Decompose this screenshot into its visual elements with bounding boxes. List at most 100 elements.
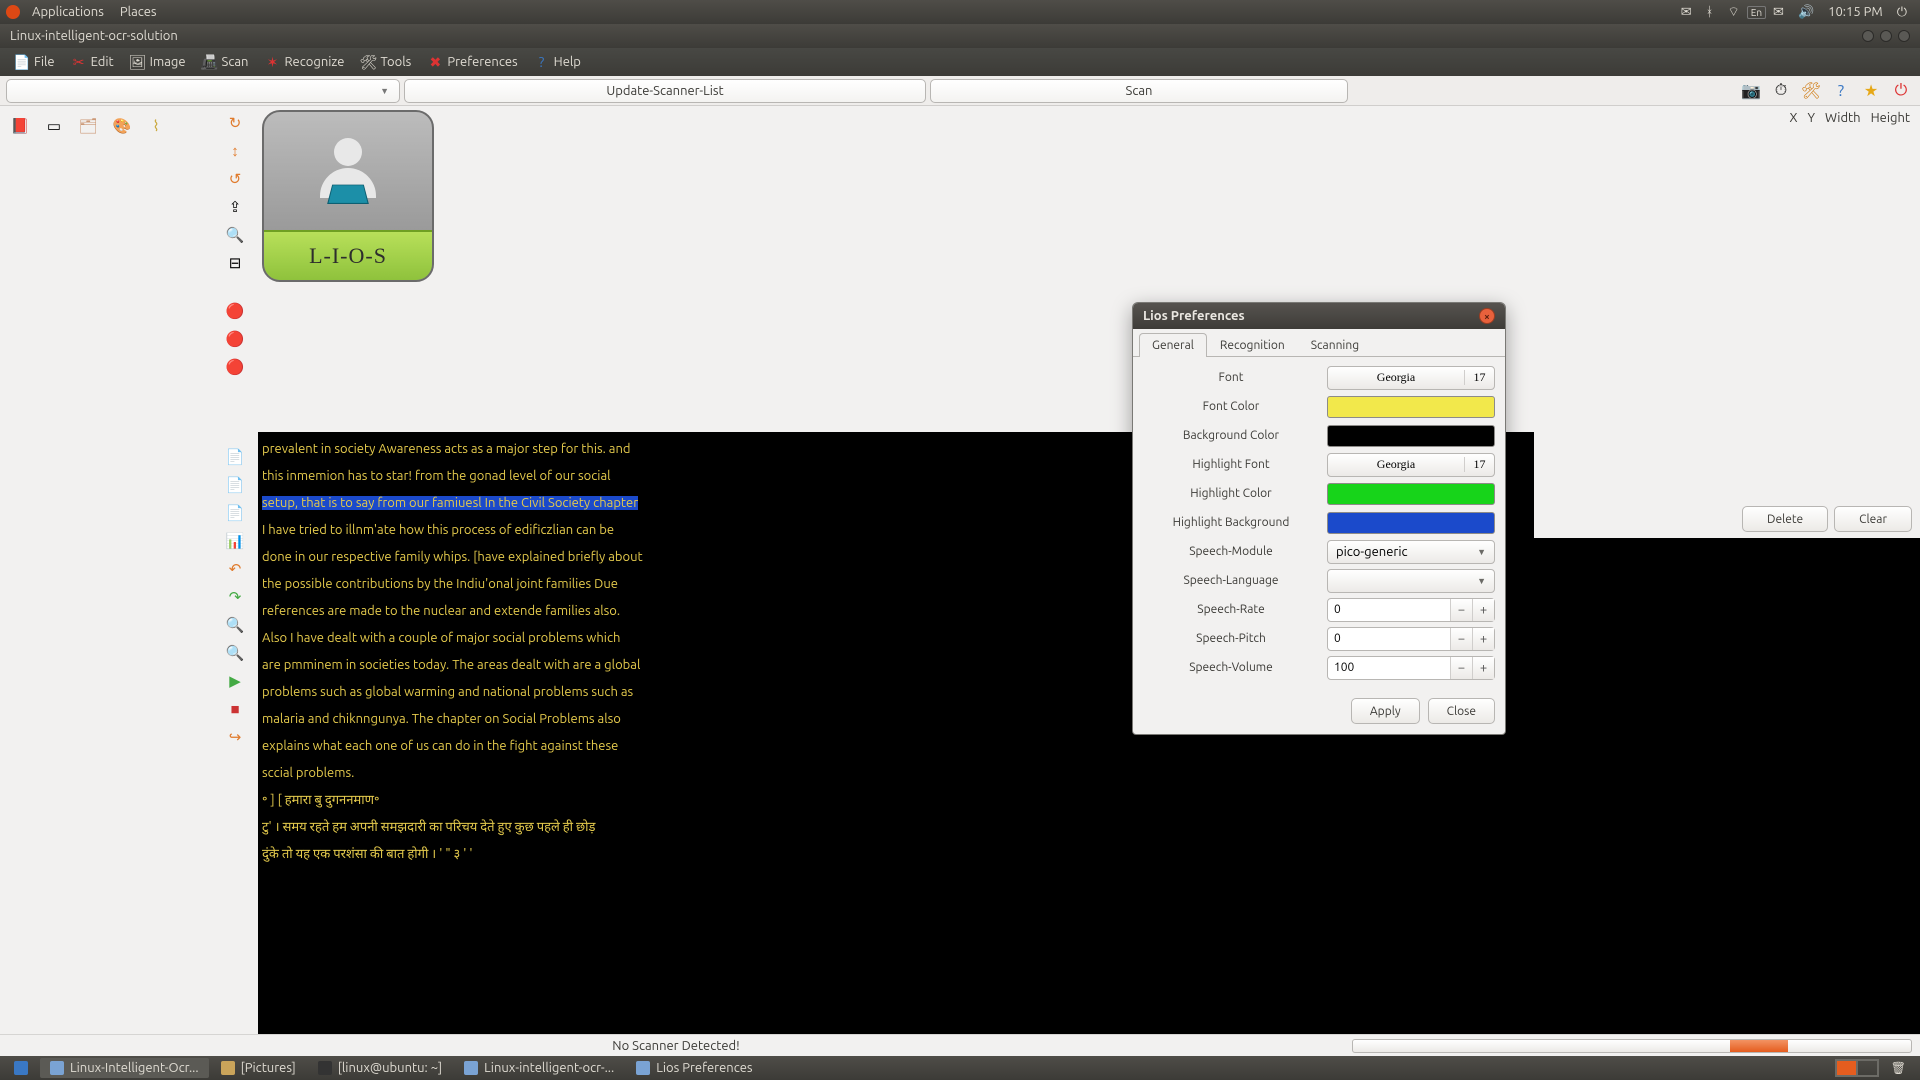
taskbar-item[interactable]: Linux-intelligent-ocr-...	[454, 1058, 624, 1078]
star-icon[interactable]: ★	[1858, 78, 1884, 104]
dialog-close-button[interactable]: ×	[1479, 308, 1495, 324]
bg-color-swatch[interactable]	[1327, 425, 1495, 447]
find-icon[interactable]: 🔍	[221, 612, 249, 638]
speech-language-combo[interactable]: ▼	[1327, 569, 1495, 593]
page-next-icon[interactable]: 📄	[221, 444, 249, 470]
minus-button[interactable]: −	[1450, 628, 1472, 650]
power-icon[interactable]: ⏻	[1888, 78, 1914, 104]
clock[interactable]: 10:15 PM	[1821, 5, 1890, 19]
record-1-icon[interactable]: 🔴	[221, 298, 249, 324]
plus-button[interactable]: +	[1472, 657, 1494, 679]
keyboard-layout-indicator[interactable]: En	[1747, 6, 1766, 19]
applications-menu[interactable]: Applications	[24, 5, 112, 19]
help-toolbar-icon[interactable]: ?	[1828, 78, 1854, 104]
app-icon	[50, 1061, 64, 1075]
workspace-2[interactable]	[1857, 1060, 1878, 1076]
camera-icon[interactable]: 📷	[1738, 78, 1764, 104]
next-track-icon[interactable]: ↪	[221, 724, 249, 750]
workspace-switcher[interactable]	[1835, 1059, 1879, 1077]
settings-tools-icon[interactable]: 🛠	[1798, 78, 1824, 104]
volume-icon[interactable]: 🔊	[1791, 5, 1821, 20]
highlight-color-swatch[interactable]	[1327, 483, 1495, 505]
stop-icon[interactable]: ■	[221, 696, 249, 722]
tab-general[interactable]: General	[1139, 333, 1207, 357]
power-menu-icon[interactable]: ⏻	[1890, 5, 1914, 20]
highlight-font-picker[interactable]: Georgia17	[1327, 453, 1495, 477]
speech-volume-spinner[interactable]: 100−+	[1327, 656, 1495, 680]
rotate-right-icon[interactable]: ↻	[221, 110, 249, 136]
gnome-top-panel: Applications Places ✉ ᚼ ⌔ En ✉ 🔊 10:15 P…	[0, 0, 1920, 24]
find-replace-icon[interactable]: 🔍	[221, 640, 249, 666]
wifi-icon[interactable]: ⌔	[1720, 4, 1746, 20]
rotate-left-icon[interactable]: ↺	[221, 166, 249, 192]
color-wheel-icon[interactable]: 🎨	[108, 113, 136, 139]
dialog-titlebar[interactable]: Lios Preferences ×	[1133, 303, 1505, 329]
label-highlight-color: Highlight Color	[1143, 487, 1319, 500]
close-button[interactable]: Close	[1428, 698, 1495, 724]
taskbar-item[interactable]: Lios Preferences	[626, 1058, 762, 1078]
tab-recognition[interactable]: Recognition	[1207, 333, 1298, 357]
menu-recognize[interactable]: ✶Recognize	[256, 54, 352, 70]
plus-button[interactable]: +	[1472, 628, 1494, 650]
flip-vertical-icon[interactable]: ↕	[221, 138, 249, 164]
show-desktop-button[interactable]	[4, 1058, 38, 1078]
export-icon[interactable]: ⇪	[221, 194, 249, 220]
timer-icon[interactable]: ⏱	[1768, 78, 1794, 104]
collapse-icon[interactable]: ⊟	[221, 250, 249, 276]
label-bg-color: Background Color	[1143, 429, 1319, 442]
scanner-select-combo[interactable]: ▼	[6, 79, 400, 103]
label-speech-volume: Speech-Volume	[1143, 661, 1319, 674]
places-menu[interactable]: Places	[112, 5, 165, 19]
menu-tools[interactable]: 🛠Tools	[352, 54, 419, 70]
speech-pitch-spinner[interactable]: 0−+	[1327, 627, 1495, 651]
menu-file[interactable]: 📄File	[6, 54, 63, 70]
speech-module-combo[interactable]: pico-generic▼	[1327, 540, 1495, 564]
page-prev-icon[interactable]: 📄	[221, 472, 249, 498]
clear-button[interactable]: Clear	[1834, 506, 1912, 532]
taskbar-item[interactable]: [Pictures]	[211, 1058, 306, 1078]
bluetooth-icon[interactable]: ᚼ	[1699, 5, 1721, 19]
scan-button[interactable]: Scan	[930, 79, 1348, 103]
zoom-in-icon[interactable]: 🔍	[221, 222, 249, 248]
redo-icon[interactable]: ↷	[221, 584, 249, 610]
folder-image-icon[interactable]: 🗂	[74, 113, 102, 139]
tab-scanning[interactable]: Scanning	[1298, 333, 1372, 357]
taskbar-item[interactable]: [linux@ubuntu: ~]	[308, 1058, 452, 1078]
menu-edit[interactable]: ✂Edit	[63, 54, 122, 70]
plus-button[interactable]: +	[1472, 599, 1494, 621]
menu-scan[interactable]: 📠Scan	[194, 54, 257, 70]
undo-icon[interactable]: ↶	[221, 556, 249, 582]
menu-preferences[interactable]: ✖Preferences	[419, 54, 525, 70]
delete-button[interactable]: Delete	[1742, 506, 1828, 532]
broom-icon[interactable]: ⌇	[142, 113, 170, 139]
preferences-icon: ✖	[427, 54, 443, 70]
record-3-icon[interactable]: 🔴	[221, 354, 249, 380]
play-icon[interactable]: ▶	[221, 668, 249, 694]
chart-icon[interactable]: 📊	[221, 528, 249, 554]
minus-button[interactable]: −	[1450, 657, 1472, 679]
window-maximize-button[interactable]	[1880, 30, 1892, 42]
page-save-icon[interactable]: 📄	[221, 500, 249, 526]
trash-icon[interactable]: 🗑	[1881, 1058, 1916, 1078]
status-message: No Scanner Detected!	[0, 1039, 1352, 1053]
font-picker[interactable]: Georgia17	[1327, 366, 1495, 390]
menu-help[interactable]: ?Help	[526, 54, 589, 70]
window-icon[interactable]: ▭	[40, 113, 68, 139]
messaging-icon[interactable]: ✉	[1674, 5, 1699, 20]
window-titlebar[interactable]: Linux-intelligent-ocr-solution	[0, 24, 1920, 48]
minus-button[interactable]: −	[1450, 599, 1472, 621]
speech-rate-spinner[interactable]: 0−+	[1327, 598, 1495, 622]
image-thumbnail[interactable]: L-I-O-S	[262, 110, 434, 282]
update-scanner-list-button[interactable]: Update-Scanner-List	[404, 79, 926, 103]
menu-image[interactable]: 🖼Image	[122, 54, 194, 70]
apply-button[interactable]: Apply	[1351, 698, 1420, 724]
window-minimize-button[interactable]	[1862, 30, 1874, 42]
taskbar-item[interactable]: Linux-Intelligent-Ocr...	[40, 1058, 209, 1078]
highlight-bg-swatch[interactable]	[1327, 512, 1495, 534]
pdf-icon[interactable]: 📕	[6, 113, 34, 139]
font-color-swatch[interactable]	[1327, 396, 1495, 418]
record-2-icon[interactable]: 🔴	[221, 326, 249, 352]
mail-icon[interactable]: ✉	[1766, 5, 1791, 20]
workspace-1[interactable]	[1836, 1060, 1857, 1076]
window-close-button[interactable]	[1898, 30, 1910, 42]
